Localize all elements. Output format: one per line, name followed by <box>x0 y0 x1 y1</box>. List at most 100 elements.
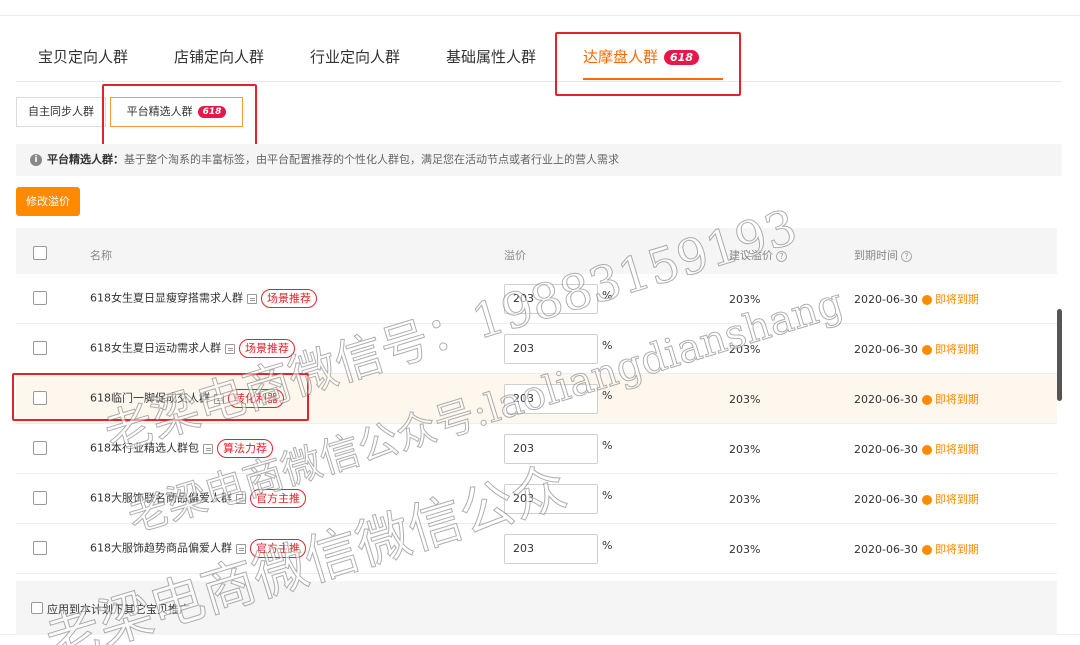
tab-item-crowd[interactable]: 宝贝定向人群 <box>38 46 128 67</box>
premium-input[interactable]: 203 <box>504 384 598 414</box>
warning-dot-icon <box>921 395 932 405</box>
crowd-name-cell: 618女生夏日运动需求人群 场景推荐 <box>90 339 295 358</box>
info-notice: i 平台精选人群：基于整个淘系的丰富标签，由平台配置推荐的个性化人群包，满足您在活… <box>16 144 1062 176</box>
header-suggested-premium: 建议溢价? <box>729 247 787 263</box>
crowd-name-cell: 618本行业精选人群包 算法力荐 <box>90 439 273 458</box>
header-expire-label: 到期时间 <box>854 249 898 262</box>
premium-input[interactable]: 203 <box>504 434 598 464</box>
table-row: 618本行业精选人群包 算法力荐 203 % 203% 2020-06-30 即将到… <box>16 424 1057 474</box>
vertical-scrollbar[interactable] <box>1057 309 1062 401</box>
badge-618: 618 <box>664 50 699 65</box>
crowd-name: 618临门一脚促成交人群 <box>90 391 210 405</box>
info-icon: i <box>30 154 42 166</box>
edit-icon[interactable] <box>236 543 246 554</box>
expire-date: 2020-06-30 <box>854 343 918 356</box>
header-expire-time: 到期时间? <box>854 247 912 263</box>
edit-icon[interactable] <box>214 393 224 404</box>
edit-icon[interactable] <box>203 443 213 454</box>
row-checkbox[interactable] <box>33 491 47 505</box>
header-name: 名称 <box>90 249 112 262</box>
crowd-name: 618本行业精选人群包 <box>90 441 199 455</box>
edit-icon[interactable] <box>236 493 246 504</box>
apply-to-others-checkbox[interactable] <box>31 602 43 614</box>
row-checkbox[interactable] <box>33 341 47 355</box>
modify-premium-button[interactable]: 修改溢价 <box>16 187 80 216</box>
help-icon[interactable]: ? <box>901 250 912 262</box>
tab-shop-crowd[interactable]: 店铺定向人群 <box>174 46 264 67</box>
expire-date: 2020-06-30 <box>854 543 918 556</box>
premium-input[interactable]: 203 <box>504 484 598 514</box>
subtab-self-sync-crowd[interactable]: 自主同步人群 <box>16 97 106 127</box>
expire-cell: 2020-06-30 即将到期 <box>854 391 979 407</box>
percent-unit: % <box>602 289 613 302</box>
expire-status: 即将到期 <box>934 293 979 306</box>
edit-icon[interactable] <box>247 293 257 304</box>
warning-dot-icon <box>921 345 932 355</box>
crowd-type-tabs: 宝贝定向人群 店铺定向人群 行业定向人群 基础属性人群 达摩盘人群 618 <box>16 16 1062 82</box>
tab-industry-crowd[interactable]: 行业定向人群 <box>310 46 400 67</box>
expire-date: 2020-06-30 <box>854 493 918 506</box>
expire-cell: 2020-06-30 即将到期 <box>854 341 979 357</box>
table-row: 618女生夏日运动需求人群 场景推荐 203 % 203% 2020-06-30 即… <box>16 324 1057 374</box>
crowd-tag: 官方主推 <box>250 539 306 558</box>
table-row: 618临门一脚促成交人群 转化利器 203 % 203% 2020-06-30 即将… <box>16 374 1057 424</box>
table-row: 618大服饰联名商品偏爱人群 官方主推 203 % 203% 2020-06-30… <box>16 474 1057 524</box>
crowd-name-cell: 618临门一脚促成交人群 转化利器 <box>90 389 284 408</box>
apply-to-others-row: 应用到本计划下其它宝贝推广 <box>16 581 1057 635</box>
premium-input[interactable]: 203 <box>504 284 598 314</box>
row-checkbox[interactable] <box>33 291 47 305</box>
row-checkbox[interactable] <box>33 441 47 455</box>
active-tab-underline <box>583 78 723 80</box>
crowd-name-cell: 618大服饰趋势商品偏爱人群 官方主推 <box>90 539 306 558</box>
info-text: 基于整个淘系的丰富标签，由平台配置推荐的个性化人群包，满足您在活动节点或者行业上… <box>124 153 619 166</box>
expire-date: 2020-06-30 <box>854 293 918 306</box>
row-checkbox[interactable] <box>33 391 47 405</box>
badge-618-small: 618 <box>197 106 227 118</box>
crowd-name-cell: 618女生夏日显瘦穿搭需求人群 场景推荐 <box>90 289 317 308</box>
expire-status: 即将到期 <box>934 493 979 506</box>
suggested-premium: 203% <box>729 543 761 556</box>
row-checkbox[interactable] <box>33 541 47 555</box>
table-row: 618女生夏日显瘦穿搭需求人群 场景推荐 203 % 203% 2020-06-3… <box>16 274 1057 324</box>
crowd-name: 618大服饰联名商品偏爱人群 <box>90 491 232 505</box>
expire-date: 2020-06-30 <box>854 393 918 406</box>
percent-unit: % <box>602 439 613 452</box>
subtab-platform-selected-crowd[interactable]: 平台精选人群 618 <box>110 97 243 127</box>
edit-icon[interactable] <box>225 343 235 354</box>
warning-dot-icon <box>921 495 932 505</box>
expire-status: 即将到期 <box>934 393 979 406</box>
table-row: 618大服饰趋势商品偏爱人群 官方主推 203 % 203% 2020-06-30… <box>16 524 1057 574</box>
crowd-targeting-panel: 宝贝定向人群 店铺定向人群 行业定向人群 基础属性人群 达摩盘人群 618 自主同… <box>0 15 1080 635</box>
suggested-premium: 203% <box>729 493 761 506</box>
help-icon[interactable]: ? <box>776 250 787 262</box>
crowd-tag: 算法力荐 <box>217 439 273 458</box>
tab-damopan-label: 达摩盘人群 <box>583 48 659 66</box>
crowd-tag: 场景推荐 <box>261 289 317 308</box>
percent-unit: % <box>602 539 613 552</box>
expire-cell: 2020-06-30 即将到期 <box>854 541 979 557</box>
expire-status: 即将到期 <box>934 343 979 356</box>
expire-status: 即将到期 <box>934 443 979 456</box>
suggested-premium: 203% <box>729 293 761 306</box>
tab-basic-attribute-crowd[interactable]: 基础属性人群 <box>446 46 536 67</box>
tab-damopan-crowd[interactable]: 达摩盘人群 618 <box>583 46 699 67</box>
subtab-platform-label: 平台精选人群 <box>126 105 193 118</box>
crowd-tag: 转化利器 <box>228 389 284 408</box>
percent-unit: % <box>602 339 613 352</box>
crowd-name-cell: 618大服饰联名商品偏爱人群 官方主推 <box>90 489 306 508</box>
warning-dot-icon <box>921 445 932 455</box>
premium-input[interactable]: 203 <box>504 534 598 564</box>
suggested-premium: 203% <box>729 443 761 456</box>
warning-dot-icon <box>921 295 932 305</box>
header-premium: 溢价 <box>504 249 526 262</box>
select-all-checkbox[interactable] <box>33 246 47 260</box>
percent-unit: % <box>602 489 613 502</box>
premium-input[interactable]: 203 <box>504 334 598 364</box>
apply-to-others-label: 应用到本计划下其它宝贝推广 <box>47 603 190 616</box>
header-suggested-label: 建议溢价 <box>729 249 773 262</box>
crowd-name: 618大服饰趋势商品偏爱人群 <box>90 541 232 555</box>
suggested-premium: 203% <box>729 343 761 356</box>
info-title: 平台精选人群： <box>47 153 124 166</box>
expire-cell: 2020-06-30 即将到期 <box>854 491 979 507</box>
expire-cell: 2020-06-30 即将到期 <box>854 291 979 307</box>
